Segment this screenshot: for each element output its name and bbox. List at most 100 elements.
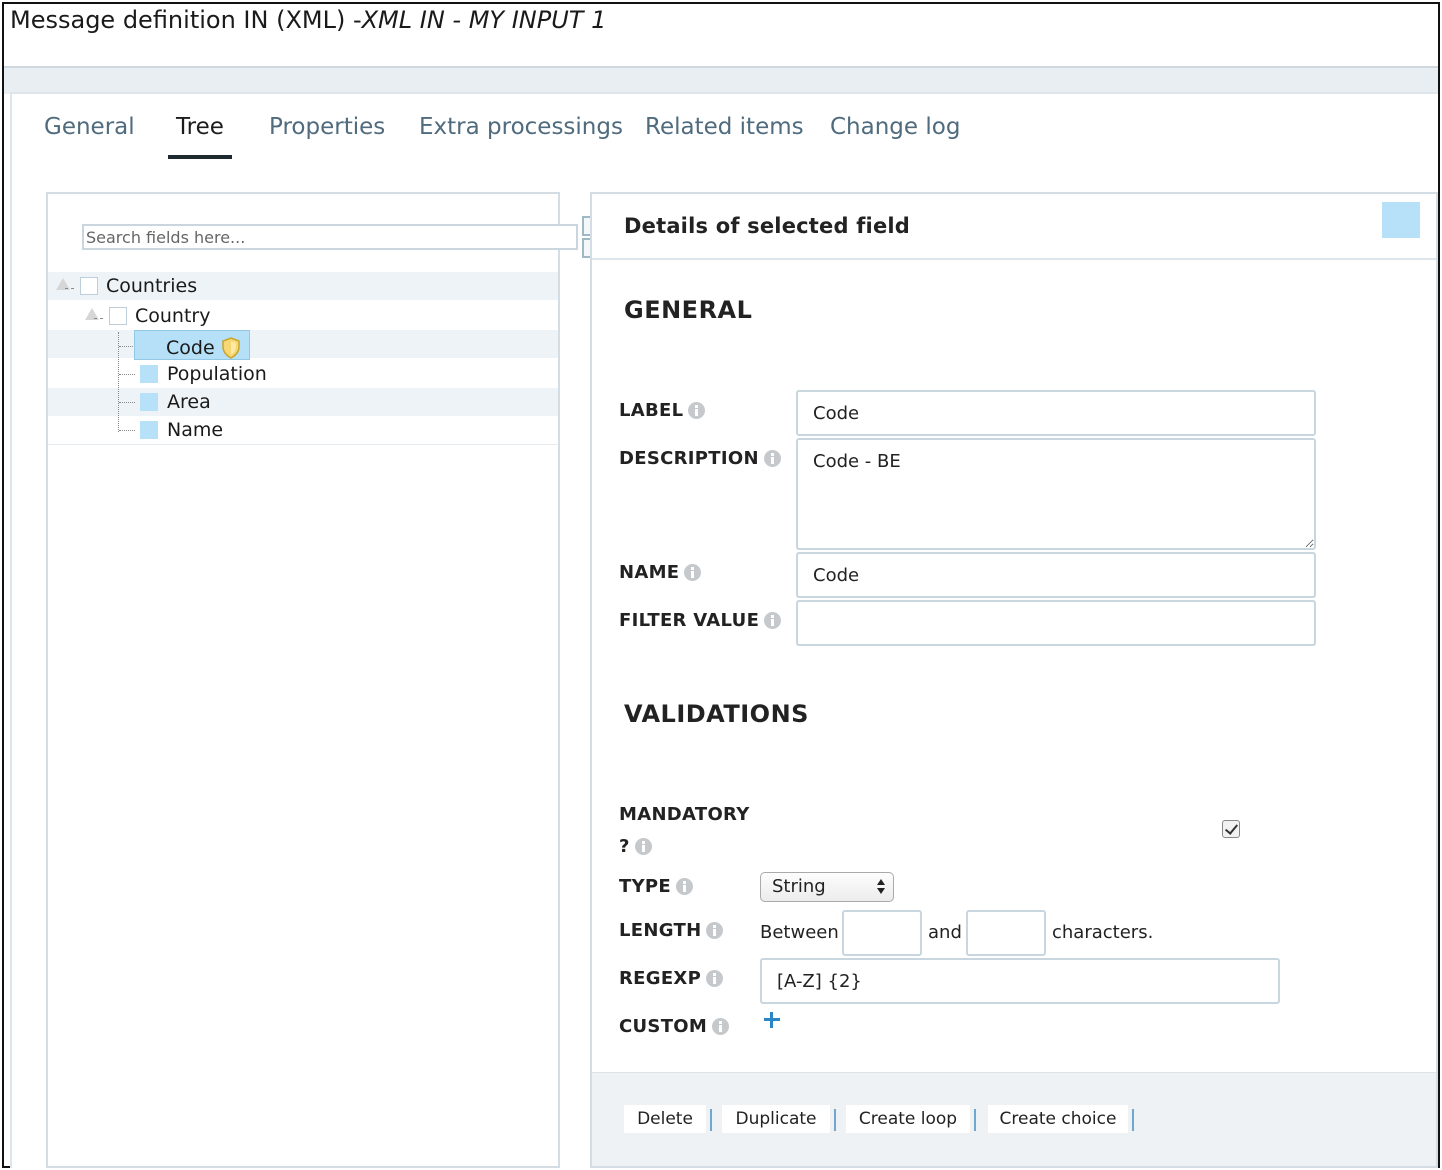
tree-node-name[interactable]: Name <box>140 416 223 444</box>
custom-label-text: CUSTOM <box>619 1016 708 1037</box>
name-field-label: NAME <box>619 562 702 583</box>
type-field-label: TYPE <box>619 876 694 897</box>
tab-bar: General Tree Properties Extra processing… <box>12 94 1432 164</box>
tree-end-divider <box>48 444 558 445</box>
search-input[interactable] <box>82 224 578 250</box>
length-min-input[interactable] <box>842 910 922 956</box>
tree-node-label: Name <box>167 419 224 441</box>
description-label-text: DESCRIPTION <box>619 448 759 469</box>
info-icon[interactable] <box>676 878 694 895</box>
info-icon[interactable] <box>706 970 724 987</box>
button-separator <box>834 1109 836 1131</box>
main-content: General Tree Properties Extra processing… <box>10 92 1438 1168</box>
info-icon[interactable] <box>688 402 706 419</box>
button-separator <box>974 1109 976 1131</box>
description-field-label: DESCRIPTION <box>619 448 781 469</box>
mandatory-label-text: MANDATORY <box>619 804 750 825</box>
tab-change-log[interactable]: Change log <box>830 114 960 140</box>
shield-icon <box>221 337 241 359</box>
label-input[interactable] <box>796 390 1316 436</box>
tab-extra-processings[interactable]: Extra processings <box>419 114 623 140</box>
regexp-field-label: REGEXP <box>619 968 724 989</box>
tree-node-code[interactable]: Code <box>166 334 241 362</box>
length-between-text: Between <box>760 922 839 943</box>
mandatory-field-label: MANDATORY <box>619 804 750 825</box>
info-icon[interactable] <box>764 612 782 629</box>
add-custom-validation-icon[interactable] <box>764 1012 780 1028</box>
active-tab-indicator <box>168 155 232 159</box>
tree-node-label: Countries <box>106 275 198 297</box>
mandatory-checkbox[interactable] <box>1222 820 1240 838</box>
length-and-text: and <box>928 922 962 943</box>
tree-expander-icon[interactable] <box>81 306 103 326</box>
tree-node-population[interactable]: Population <box>140 360 267 388</box>
tab-tree[interactable]: Tree <box>176 114 224 140</box>
tab-related-items[interactable]: Related items <box>645 114 804 140</box>
node-checkbox-icon <box>109 307 127 325</box>
field-icon <box>140 365 158 383</box>
details-footer: Delete Duplicate Create loop Create choi… <box>592 1072 1436 1166</box>
field-icon <box>140 393 158 411</box>
create-loop-button[interactable]: Create loop <box>846 1105 970 1133</box>
custom-field-label: CUSTOM <box>619 1016 730 1037</box>
tree-guide-line <box>119 374 135 375</box>
regexp-input[interactable] <box>760 958 1280 1004</box>
node-checkbox-icon <box>80 277 98 295</box>
details-header: Details of selected field <box>592 194 1436 260</box>
delete-button[interactable]: Delete <box>624 1105 706 1133</box>
mandatory-label-question: ? <box>619 836 630 857</box>
details-title: Details of selected field <box>624 214 911 238</box>
create-choice-button[interactable]: Create choice <box>988 1105 1128 1133</box>
info-icon[interactable] <box>684 564 702 581</box>
name-label-text: NAME <box>619 562 680 583</box>
button-separator <box>710 1109 712 1131</box>
type-select-value: String <box>772 876 826 897</box>
panel-toggle-button[interactable] <box>1382 202 1420 238</box>
tab-properties[interactable]: Properties <box>269 114 385 140</box>
validations-heading: VALIDATIONS <box>624 700 809 728</box>
general-heading: GENERAL <box>624 296 753 324</box>
window-title-prefix: Message definition IN (XML) - <box>10 6 362 34</box>
length-suffix-text: characters. <box>1052 922 1154 943</box>
type-select[interactable]: String <box>760 872 894 902</box>
header-band <box>4 68 1438 94</box>
length-field-label: LENGTH <box>619 920 724 941</box>
tree-guide-line <box>119 346 135 347</box>
tree-guide-line <box>119 402 135 403</box>
window: Message definition IN (XML) -XML IN - MY… <box>2 2 1440 1168</box>
label-field-label: LABEL <box>619 400 706 421</box>
mandatory-field-label-cont: ? <box>619 836 652 857</box>
tab-general[interactable]: General <box>44 114 135 140</box>
select-arrows-icon <box>877 879 885 895</box>
length-label-text: LENGTH <box>619 920 702 941</box>
info-icon[interactable] <box>712 1018 730 1035</box>
info-icon[interactable] <box>763 450 781 467</box>
field-icon <box>140 421 158 439</box>
tree-node-country[interactable]: Country <box>81 302 210 330</box>
tree-node-label: Population <box>167 363 267 385</box>
info-icon[interactable] <box>706 922 724 939</box>
length-max-input[interactable] <box>966 910 1046 956</box>
window-title: Message definition IN (XML) -XML IN - MY… <box>10 6 606 34</box>
label-label-text: LABEL <box>619 400 684 421</box>
tree-node-countries[interactable]: Countries <box>52 272 197 300</box>
window-title-name: XML IN - MY INPUT 1 <box>361 6 607 34</box>
tree-panel: Countries Country Code Population <box>46 192 594 1168</box>
tree-node-label: Country <box>135 305 211 327</box>
name-input[interactable] <box>796 552 1316 598</box>
regexp-label-text: REGEXP <box>619 968 702 989</box>
button-separator <box>1132 1109 1134 1131</box>
filter-value-field-label: FILTER VALUE <box>619 610 782 631</box>
tree-guide-line <box>119 430 135 431</box>
info-icon[interactable] <box>634 838 652 855</box>
duplicate-button[interactable]: Duplicate <box>722 1105 830 1133</box>
tree-node-label: Code <box>166 337 215 359</box>
description-textarea[interactable]: Code - BE <box>796 438 1316 550</box>
details-panel: Details of selected field GENERAL LABEL … <box>590 192 1438 1168</box>
tree-node-area[interactable]: Area <box>140 388 211 416</box>
filter-value-input[interactable] <box>796 600 1316 646</box>
tree-expander-icon[interactable] <box>52 276 74 296</box>
tree-node-label: Area <box>167 391 211 413</box>
type-label-text: TYPE <box>619 876 672 897</box>
filter-value-label-text: FILTER VALUE <box>619 610 760 631</box>
